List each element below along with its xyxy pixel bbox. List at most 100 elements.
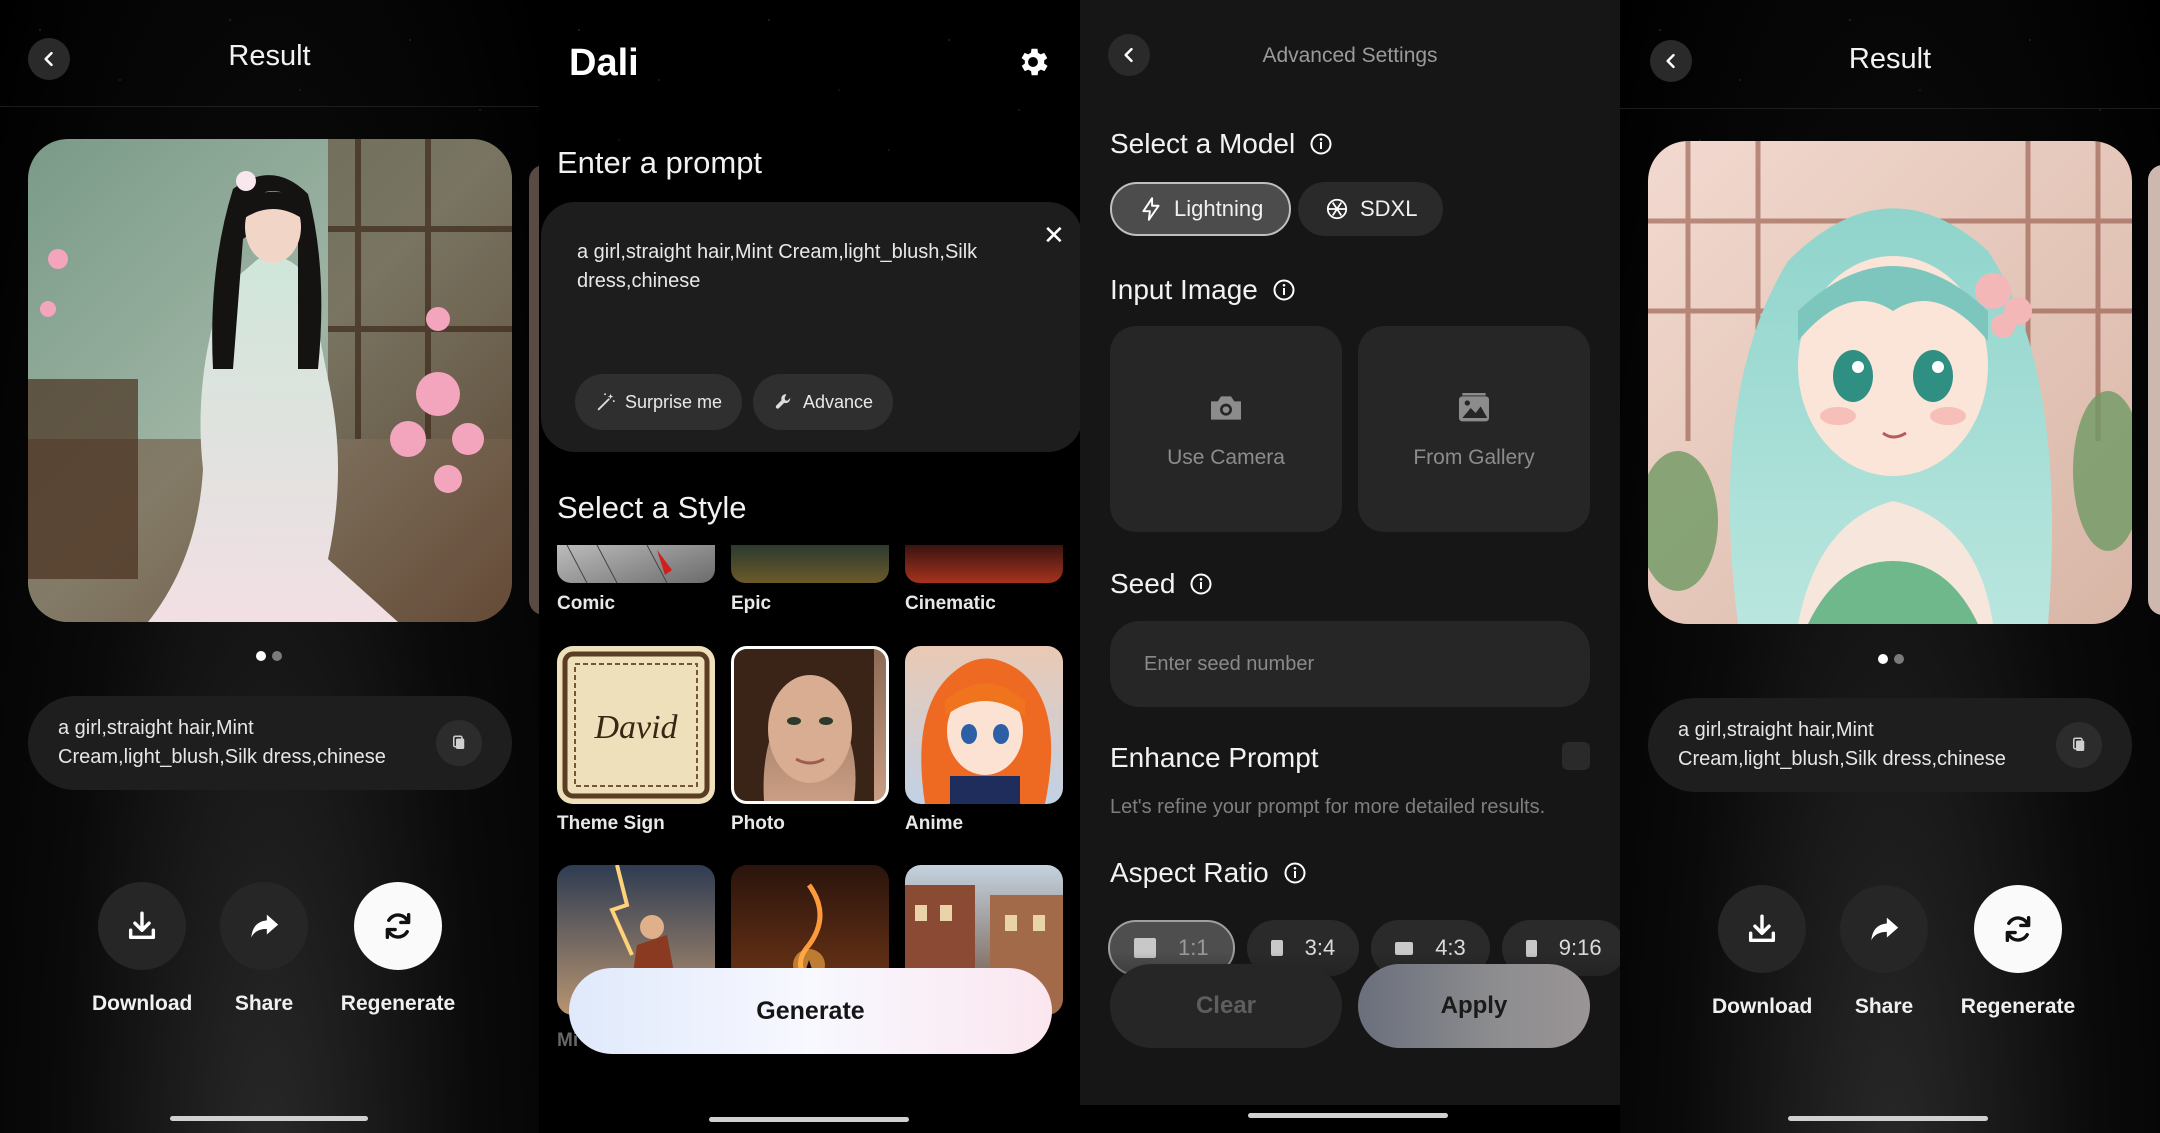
anime-thumbnail <box>921 658 1052 804</box>
style-label: Epic <box>731 593 772 614</box>
style-label: Theme Sign <box>557 813 665 834</box>
style-tile-comic[interactable] <box>557 545 715 583</box>
gear-icon[interactable] <box>1015 44 1051 80</box>
info-icon[interactable] <box>1283 861 1307 885</box>
carousel-indicator <box>1878 654 1904 664</box>
camera-icon <box>1211 396 1241 420</box>
share-action[interactable]: Share <box>1840 885 1928 1019</box>
info-icon[interactable] <box>1272 278 1296 302</box>
seed-input[interactable] <box>1110 621 1590 707</box>
share-arrow-icon <box>1871 917 1899 941</box>
lightning-icon <box>1142 197 1160 221</box>
from-gallery-label: From Gallery <box>1413 446 1535 469</box>
share-label: Share <box>1854 995 1914 1018</box>
header-divider <box>1620 108 2160 109</box>
photo-thumbnail <box>734 649 874 801</box>
anime-girl-image <box>1648 141 2132 624</box>
girl-portrait-image <box>28 139 512 622</box>
next-image-peek[interactable] <box>529 165 539 615</box>
prompt-display: a girl,straight hair,Mint Cream,light_bl… <box>1648 698 2132 792</box>
next-image-peek[interactable] <box>2148 165 2160 615</box>
comic-thumbnail <box>566 545 672 583</box>
share-action[interactable]: Share <box>220 882 308 1016</box>
result-image[interactable] <box>28 139 512 622</box>
from-gallery-button[interactable]: From Gallery <box>1358 326 1590 532</box>
result-screen-right: Result a girl,straight hair,Mint Cream,l… <box>1620 0 2160 1133</box>
style-heading: Select a Style <box>557 490 747 525</box>
apply-button[interactable]: Apply <box>1358 964 1590 1048</box>
style-tile-theme-sign[interactable]: David <box>557 646 715 804</box>
regenerate-action[interactable]: Regenerate <box>1961 885 2075 1019</box>
enhance-prompt-toggle[interactable] <box>1562 742 1590 770</box>
prompt-heading: Enter a prompt <box>557 145 763 180</box>
header-divider <box>0 106 539 107</box>
carousel-dot <box>272 651 282 661</box>
download-action[interactable]: Download <box>92 882 192 1016</box>
share-button[interactable] <box>220 882 308 970</box>
copy-icon <box>2073 737 2085 751</box>
page-title: Result <box>1848 43 1932 75</box>
seed-heading: Seed <box>1110 568 1213 600</box>
refresh-icon <box>2005 915 2031 943</box>
generate-button[interactable]: Generate <box>569 968 1052 1054</box>
regenerate-button[interactable] <box>354 882 442 970</box>
home-indicator[interactable] <box>1248 1113 1448 1118</box>
prompt-input[interactable]: a girl,straight hair,Mint Cream,light_bl… <box>577 238 1037 296</box>
style-tile-epic[interactable] <box>731 545 889 583</box>
regenerate-button[interactable] <box>1974 885 2062 973</box>
clear-button[interactable]: Clear <box>1110 964 1342 1048</box>
regenerate-label: Regenerate <box>1960 995 2076 1018</box>
info-icon[interactable] <box>1189 572 1213 596</box>
copy-button[interactable] <box>2056 722 2102 768</box>
seed-heading-text: Seed <box>1110 568 1176 599</box>
info-icon[interactable] <box>1309 132 1333 156</box>
advanced-settings-screen: Advanced Settings Select a Model Lightni… <box>1080 0 1620 1133</box>
gallery-icon <box>1459 393 1489 422</box>
download-icon <box>1749 914 1776 943</box>
share-button[interactable] <box>1840 885 1928 973</box>
use-camera-button[interactable]: Use Camera <box>1110 326 1342 532</box>
model-heading: Select a Model <box>1110 128 1333 160</box>
copy-button[interactable] <box>436 720 482 766</box>
surprise-me-label: Surprise me <box>625 391 723 412</box>
openai-icon <box>1326 198 1348 220</box>
aspect-ratio-heading: Aspect Ratio <box>1110 857 1307 889</box>
home-indicator[interactable] <box>709 1117 909 1122</box>
app-title: Dali <box>569 42 639 84</box>
model-sdxl[interactable]: SDXL <box>1298 182 1444 236</box>
model-lightning[interactable]: Lightning <box>1110 182 1292 236</box>
enhance-prompt-heading: Enhance Prompt <box>1110 742 1319 773</box>
advance-button[interactable]: Advance <box>753 374 894 430</box>
model-label: SDXL <box>1360 196 1418 221</box>
prompt-card[interactable]: a girl,straight hair,Mint Cream,light_bl… <box>541 202 1080 452</box>
home-indicator[interactable] <box>170 1116 368 1121</box>
download-button[interactable] <box>1718 885 1807 973</box>
surprise-me-button[interactable]: Surprise me <box>575 374 743 430</box>
theme-sign-thumbnail: David <box>562 651 710 799</box>
style-tile-anime[interactable] <box>905 646 1063 804</box>
carousel-dot <box>1894 654 1904 664</box>
regenerate-action[interactable]: Regenerate <box>341 882 455 1016</box>
prompt-text: a girl,straight hair,Mint Cream,light_bl… <box>1678 719 2006 770</box>
share-label: Share <box>234 992 294 1015</box>
style-tile-cinematic[interactable] <box>905 545 1063 583</box>
model-heading-text: Select a Model <box>1110 128 1296 159</box>
use-camera-label: Use Camera <box>1167 446 1285 469</box>
enhance-prompt-hint: Let's refine your prompt for more detail… <box>1110 796 1546 818</box>
download-action[interactable]: Download <box>1712 885 1812 1019</box>
aspect-ratio-heading-text: Aspect Ratio <box>1110 857 1269 888</box>
style-tile-photo[interactable] <box>731 646 889 804</box>
clear-prompt-button[interactable]: ✕ <box>1043 220 1065 251</box>
style-label: Comic <box>557 593 616 614</box>
svg-text:David: David <box>593 709 678 746</box>
home-indicator[interactable] <box>1788 1116 1988 1121</box>
download-button[interactable] <box>98 882 187 970</box>
prompt-text: a girl,straight hair,Mint Cream,light_bl… <box>58 717 386 768</box>
style-label: Cinematic <box>905 593 996 614</box>
download-label: Download <box>1712 995 1813 1018</box>
advance-label: Advance <box>803 391 874 412</box>
share-arrow-icon <box>251 914 279 938</box>
magic-wand-icon <box>597 393 615 411</box>
result-image[interactable] <box>1648 141 2132 624</box>
carousel-indicator <box>256 651 282 661</box>
